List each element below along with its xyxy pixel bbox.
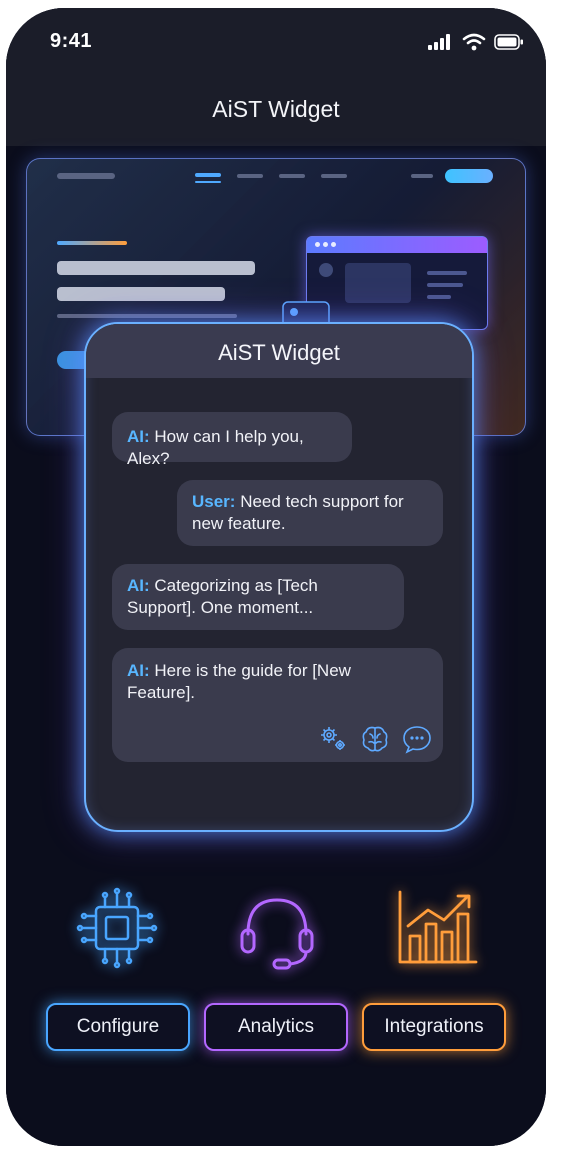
gears-icon[interactable] (317, 724, 349, 754)
status-icons (428, 33, 524, 51)
phone-frame: 9:41 AiST Widget AiST Widget AI: How can… (6, 8, 546, 1146)
mini-text-line (427, 271, 467, 275)
mockup-heading-line (57, 287, 225, 301)
mockup-nav-item (195, 181, 221, 183)
mockup-text-line (57, 314, 237, 318)
mini-text-line (427, 295, 451, 299)
message-text: Here is the guide for [New Feature]. (127, 661, 351, 702)
mockup-logo-bar (57, 173, 115, 179)
message-speaker: AI: (127, 576, 150, 595)
chat-bubble-icon[interactable] (401, 724, 433, 754)
message-text: How can I help you, Alex? (127, 427, 304, 468)
chat-message-ai: AI: Categorizing as [Tech Support]. One … (112, 564, 404, 630)
message-text: Categorizing as [Tech Support]. One mome… (127, 576, 318, 617)
mockup-nav-item (237, 174, 263, 178)
widget-header: AiST Widget (86, 324, 472, 378)
analytics-button[interactable]: Analytics (204, 1003, 348, 1051)
cellular-signal-icon (428, 34, 450, 50)
mockup-nav-item (321, 174, 347, 178)
wifi-icon (462, 33, 486, 51)
status-time: 9:41 (50, 30, 93, 52)
page-title: AiST Widget (212, 96, 340, 122)
mockup-nav-item (279, 174, 305, 178)
brain-icon[interactable] (359, 724, 391, 754)
mini-avatar (319, 263, 333, 277)
message-speaker: AI: (127, 661, 150, 680)
chat-widget[interactable]: AiST Widget AI: How can I help you, Alex… (84, 322, 474, 832)
mockup-nav-item (195, 173, 221, 177)
configure-button[interactable]: Configure (46, 1003, 190, 1051)
headset-icon[interactable] (234, 886, 320, 972)
mini-browser-illustration (306, 236, 488, 330)
chat-message-user: User: Need tech support for new feature. (177, 480, 443, 546)
mockup-cta-button (445, 169, 493, 183)
chat-message-ai: AI: How can I help you, Alex? (112, 412, 352, 468)
widget-title: AiST Widget (218, 340, 340, 365)
mockup-heading-line (57, 261, 255, 275)
mini-browser-titlebar (307, 237, 487, 253)
mockup-nav-item (411, 174, 433, 178)
message-speaker: User: (192, 492, 236, 511)
message-action-icons (317, 724, 433, 754)
mini-text-line (427, 283, 463, 287)
cpu-chip-icon[interactable] (72, 883, 162, 973)
bar-chart-icon[interactable] (394, 884, 484, 972)
integrations-button[interactable]: Integrations (362, 1003, 506, 1051)
mockup-accent-line (57, 241, 127, 245)
battery-icon (494, 34, 523, 50)
message-speaker: AI: (127, 427, 150, 446)
chat-message-ai: AI: Here is the guide for [New Feature]. (112, 648, 443, 762)
mini-image-block (345, 263, 411, 303)
